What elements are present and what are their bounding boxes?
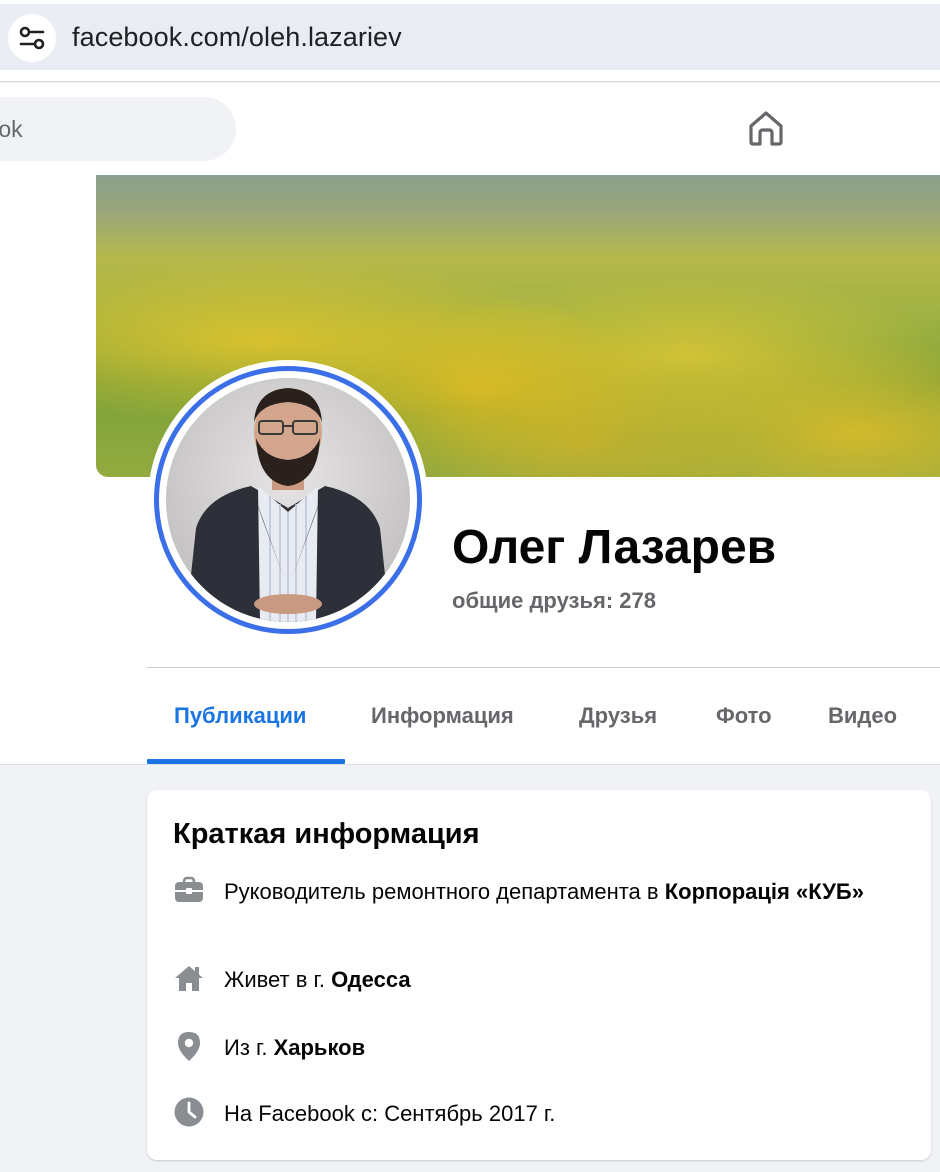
tab-friends[interactable]: Друзья	[579, 703, 657, 729]
avatar[interactable]	[166, 378, 410, 622]
intro-item-text: Руководитель ремонтного департамента в К…	[224, 876, 904, 907]
home-icon[interactable]	[744, 106, 788, 150]
intro-item-prefix: Из г.	[224, 1035, 274, 1060]
tab-photos[interactable]: Фото	[716, 703, 772, 729]
tab-videos[interactable]: Видео	[828, 703, 897, 729]
tune-icon[interactable]	[8, 14, 56, 62]
divider	[0, 764, 940, 765]
search-placeholder: ebook	[0, 116, 23, 142]
hometown-link[interactable]: Харьков	[274, 1035, 366, 1060]
page: facebook.com/oleh.lazariev ebook	[0, 0, 940, 1172]
search-input[interactable]: ebook	[0, 97, 236, 161]
tab-info[interactable]: Информация	[371, 703, 514, 729]
house-icon	[175, 966, 203, 991]
intro-item-prefix: Руководитель ремонтного департамента в	[224, 879, 665, 904]
intro-item-prefix: Живет в г.	[224, 967, 332, 992]
location-pin-icon	[178, 1032, 200, 1061]
company-link[interactable]: Корпорація «КУБ»	[665, 879, 864, 904]
divider	[147, 667, 940, 668]
briefcase-icon	[175, 876, 203, 902]
url-text[interactable]: facebook.com/oleh.lazariev	[72, 22, 402, 53]
profile-name: Олег Лазарев	[452, 521, 777, 574]
mutual-friends-count[interactable]: общие друзья: 278	[452, 588, 656, 614]
intro-item-text: Из г. Харьков	[224, 1032, 904, 1063]
address-field[interactable]: facebook.com/oleh.lazariev	[0, 4, 940, 70]
intro-card: Краткая информация Руководитель ремонтно…	[147, 790, 931, 1160]
intro-item-text: На Facebook с: Сентябрь 2017 г.	[224, 1101, 556, 1126]
clock-icon	[174, 1097, 204, 1127]
facebook-header: ebook	[0, 83, 940, 175]
intro-item-text: Живет в г. Одесса	[224, 964, 904, 995]
browser-url-bar: facebook.com/oleh.lazariev	[0, 0, 940, 82]
current-city-link[interactable]: Одесса	[331, 967, 410, 992]
tab-publications[interactable]: Публикации	[174, 703, 306, 729]
intro-title: Краткая информация	[173, 818, 480, 850]
